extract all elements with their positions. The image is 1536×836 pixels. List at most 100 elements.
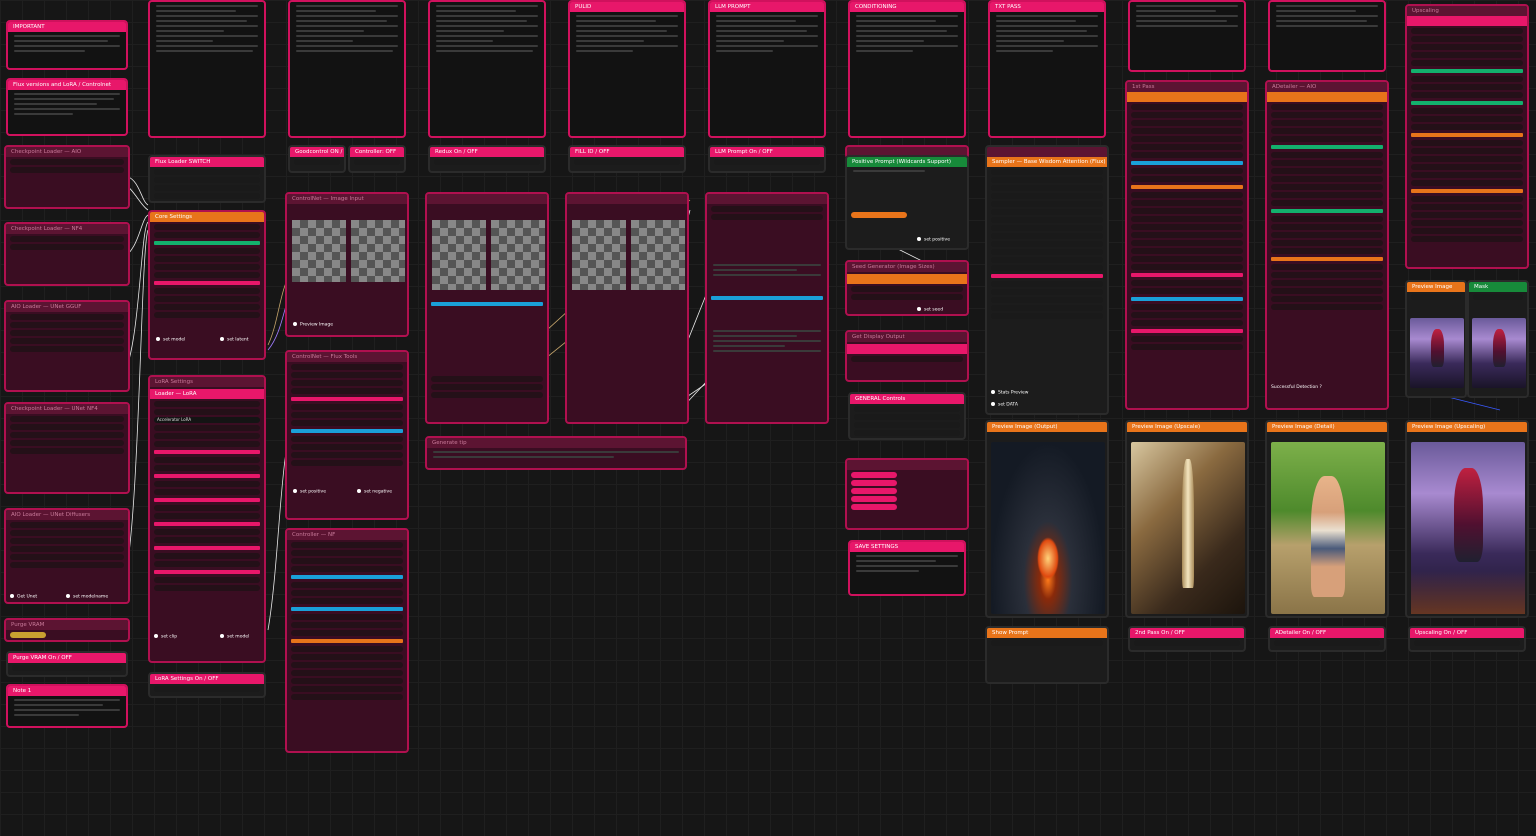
node-title: Goodcontrol ON / SWITCH [290, 147, 344, 157]
purge-vram-onoff[interactable]: Purge VRAM On / OFF [6, 651, 128, 677]
mask-thumb[interactable] [1472, 318, 1526, 388]
controlnet-image-input[interactable]: ControlNet — Image Input Preview Image [285, 192, 409, 337]
dedistilled-divider [154, 241, 260, 245]
set-negative-label: set negative [357, 488, 392, 494]
weight-dtype-widget[interactable] [10, 244, 124, 250]
node-title: ADetailer — AIO [1267, 82, 1387, 92]
flux-loader-switch[interactable]: Flux Loader SWITCH [148, 155, 266, 203]
controller-off[interactable]: Controller: OFF [348, 145, 406, 173]
notes-block-3[interactable] [288, 0, 406, 138]
generate-tip[interactable]: Generate tip [425, 436, 687, 470]
detail-image[interactable] [1271, 442, 1385, 614]
flux-versions-note[interactable]: Flux versions and LoRA / Controlnet [6, 78, 128, 136]
txt-pass-notes[interactable]: TXT PASS [988, 0, 1106, 138]
preview-image-detail[interactable]: Preview Image (Detail) [1265, 420, 1389, 618]
node-title: Preview Image (Upscale) [1127, 422, 1247, 432]
redux-onoff[interactable]: Redux On / OFF [428, 145, 546, 173]
save-settings[interactable]: SAVE SETTINGS [848, 540, 966, 596]
node-title: ADetailer On / OFF [1270, 628, 1384, 638]
image-placeholder[interactable] [432, 220, 486, 290]
preview-image-output[interactable]: Preview Image (Output) [985, 420, 1109, 618]
node-title: Seed Generator (Image Sizes) [847, 262, 967, 272]
preview-image-upscale[interactable]: Preview Image (Upscale) [1125, 420, 1249, 618]
pulid-node[interactable] [565, 192, 689, 424]
checkpoint-loader-aio[interactable]: Checkpoint Loader — AIO [4, 145, 130, 209]
image-placeholder[interactable] [351, 220, 405, 282]
node-title: Preview Image (Detail) [1267, 422, 1387, 432]
llm-prompt-notes[interactable]: LLM PROMPT [708, 0, 826, 138]
aio-loader-unet-diffusers[interactable]: AIO Loader — UNet Diffusers Get Unet set… [4, 508, 130, 604]
weight-dtype-widget[interactable] [10, 167, 124, 173]
llm-prompt-onoff[interactable]: LLM Prompt On / OFF [708, 145, 826, 173]
controlnet-flux-tools[interactable]: ControlNet — Flux Tools set positive set… [285, 350, 409, 520]
fill-onoff[interactable]: FILL ID / OFF [568, 145, 686, 173]
note-1[interactable]: Note 1 [6, 684, 128, 728]
adetailer-aio[interactable]: ADetailer — AIO Successful Detection ? [1265, 80, 1389, 410]
first-pass[interactable]: 1st Pass [1125, 80, 1249, 410]
node-title: Upscaling [1407, 6, 1527, 16]
purge-vram-node[interactable]: Purge VRAM [4, 618, 130, 642]
pulid-notes[interactable]: PULID [568, 0, 686, 138]
image-placeholder[interactable] [631, 220, 685, 290]
goodcontrol-switch[interactable]: Goodcontrol ON / SWITCH [288, 145, 346, 173]
node-title [987, 147, 1107, 157]
show-prompt[interactable]: Show Prompt [985, 626, 1109, 684]
notes-block-9[interactable] [1128, 0, 1246, 72]
upscale-image[interactable] [1131, 442, 1245, 614]
node-title: Purge VRAM On / OFF [8, 653, 126, 663]
second-pass-onoff[interactable]: 2nd Pass On / OFF [1128, 626, 1246, 652]
node-canvas[interactable]: IMPORTANT Flux versions and LoRA / Contr… [0, 0, 1536, 836]
mask-node[interactable]: Mask [1467, 280, 1529, 398]
redux-node[interactable] [425, 192, 549, 424]
get-display-output[interactable]: Get Display Output [845, 330, 969, 382]
aio-loader-unet-gguf[interactable]: AIO Loader — UNet GGUF [4, 300, 130, 392]
general-controls[interactable]: GENERAL Controls [848, 392, 966, 440]
notes-block-10[interactable] [1268, 0, 1386, 72]
image-placeholder[interactable] [292, 220, 346, 282]
preview-image-small-1[interactable]: Preview Image [1405, 280, 1467, 398]
node-title: SAVE SETTINGS [850, 542, 964, 552]
node-title: LLM PROMPT [710, 2, 824, 12]
lora-settings-onoff[interactable]: LoRA Settings On / OFF [148, 672, 266, 698]
positive-prompt[interactable]: Positive Prompt (Wildcards Support) set … [845, 155, 969, 250]
conditioning-notes[interactable]: CONDITIONING [848, 0, 966, 138]
adetailer-onoff[interactable]: ADetailer On / OFF [1268, 626, 1386, 652]
ckpt-name-widget[interactable] [10, 159, 124, 165]
node-title: Flux versions and LoRA / Controlnet [8, 80, 126, 90]
loader-lora[interactable]: LoRA Settings Loader — LoRA Accelerator … [148, 375, 266, 663]
set-model-label: set model [156, 336, 185, 342]
notes-block-4[interactable] [428, 0, 546, 138]
node-title: Positive Prompt (Wildcards Support) [847, 157, 967, 167]
upscaling-image[interactable] [1411, 442, 1525, 614]
image-placeholder[interactable] [491, 220, 545, 290]
checkpoint-loader-nf4[interactable]: Checkpoint Loader — NF4 [4, 222, 130, 286]
pass-switches[interactable] [845, 458, 969, 530]
preview-thumb[interactable] [1410, 318, 1464, 388]
enable-purge-toggle[interactable] [12, 665, 122, 671]
important-note[interactable]: IMPORTANT [6, 20, 128, 70]
detection-divider [1271, 145, 1383, 149]
purge-vram-toggle[interactable] [10, 632, 46, 638]
seed-generator[interactable]: Seed Generator (Image Sizes) set seed [845, 260, 969, 316]
ckpt-name-widget[interactable] [10, 236, 124, 242]
controller-nf[interactable]: Controller — NF [285, 528, 409, 753]
sampler-node[interactable]: Sampler — Base Wisdom Attention (Flux) S… [985, 145, 1109, 415]
preview-image-upscaling[interactable]: Preview Image (Upscaling) [1405, 420, 1529, 618]
node-title: AIO Loader — UNet GGUF [6, 302, 128, 312]
conditioning-toggle[interactable] [851, 212, 907, 218]
image-placeholder[interactable] [572, 220, 626, 290]
node-title: ControlNet — Flux Tools [287, 352, 407, 362]
notes-block-2[interactable] [148, 0, 266, 138]
upscaling-node[interactable]: Upscaling [1405, 4, 1529, 269]
checkpoint-loader-unet-nf4[interactable]: Checkpoint Loader — UNet NF4 [4, 402, 130, 494]
output-image[interactable] [991, 442, 1105, 614]
node-title: Upscaling On / OFF [1410, 628, 1524, 638]
core-settings[interactable]: Core Settings set model set latent [148, 210, 266, 360]
node-title: LoRA Settings [150, 377, 264, 387]
node-title: Get Display Output [847, 332, 967, 342]
llm-node[interactable] [705, 192, 829, 424]
set-positive-label: set positive [293, 488, 326, 494]
node-title [707, 194, 827, 204]
node-title: Purge VRAM [6, 620, 128, 630]
upscaling-onoff[interactable]: Upscaling On / OFF [1408, 626, 1526, 652]
